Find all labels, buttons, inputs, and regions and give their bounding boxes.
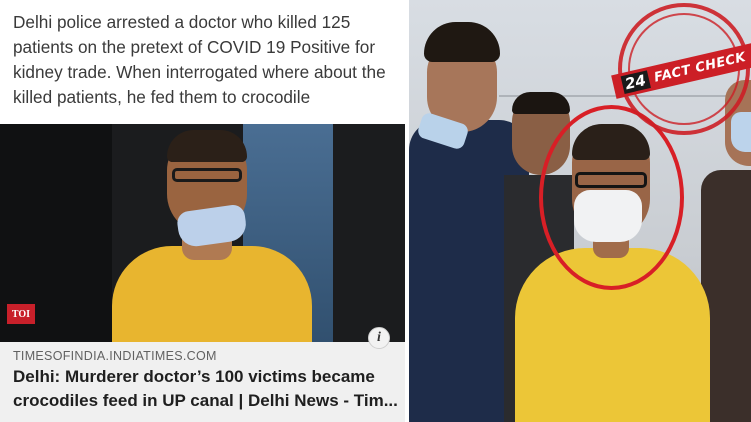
link-headline[interactable]: Delhi: Murderer doctor’s 100 victims bec… bbox=[13, 365, 398, 413]
info-icon[interactable]: i bbox=[368, 327, 390, 349]
article-photo[interactable]: TOI bbox=[0, 124, 405, 342]
claim-text: Delhi police arrested a doctor who kille… bbox=[13, 12, 386, 107]
stamp-logo-icon: 24 bbox=[620, 70, 651, 95]
man-yellow-shirt bbox=[112, 246, 312, 342]
person-left-hair bbox=[424, 22, 500, 62]
toi-logo-icon: TOI bbox=[7, 304, 35, 324]
link-domain: TIMESOFINDIA.INDIATIMES.COM bbox=[13, 349, 217, 363]
left-screenshot-panel: Delhi police arrested a doctor who kille… bbox=[0, 0, 405, 422]
person-back-hair bbox=[512, 92, 570, 114]
link-preview-card[interactable]: TIMESOFINDIA.INDIATIMES.COM Delhi: Murde… bbox=[0, 342, 405, 422]
fact-check-stamp: 24 FACT CHECK bbox=[611, 3, 751, 135]
man-hair bbox=[167, 130, 247, 162]
man-glasses bbox=[172, 168, 242, 182]
right-photo-panel: 24 FACT CHECK bbox=[409, 0, 751, 422]
